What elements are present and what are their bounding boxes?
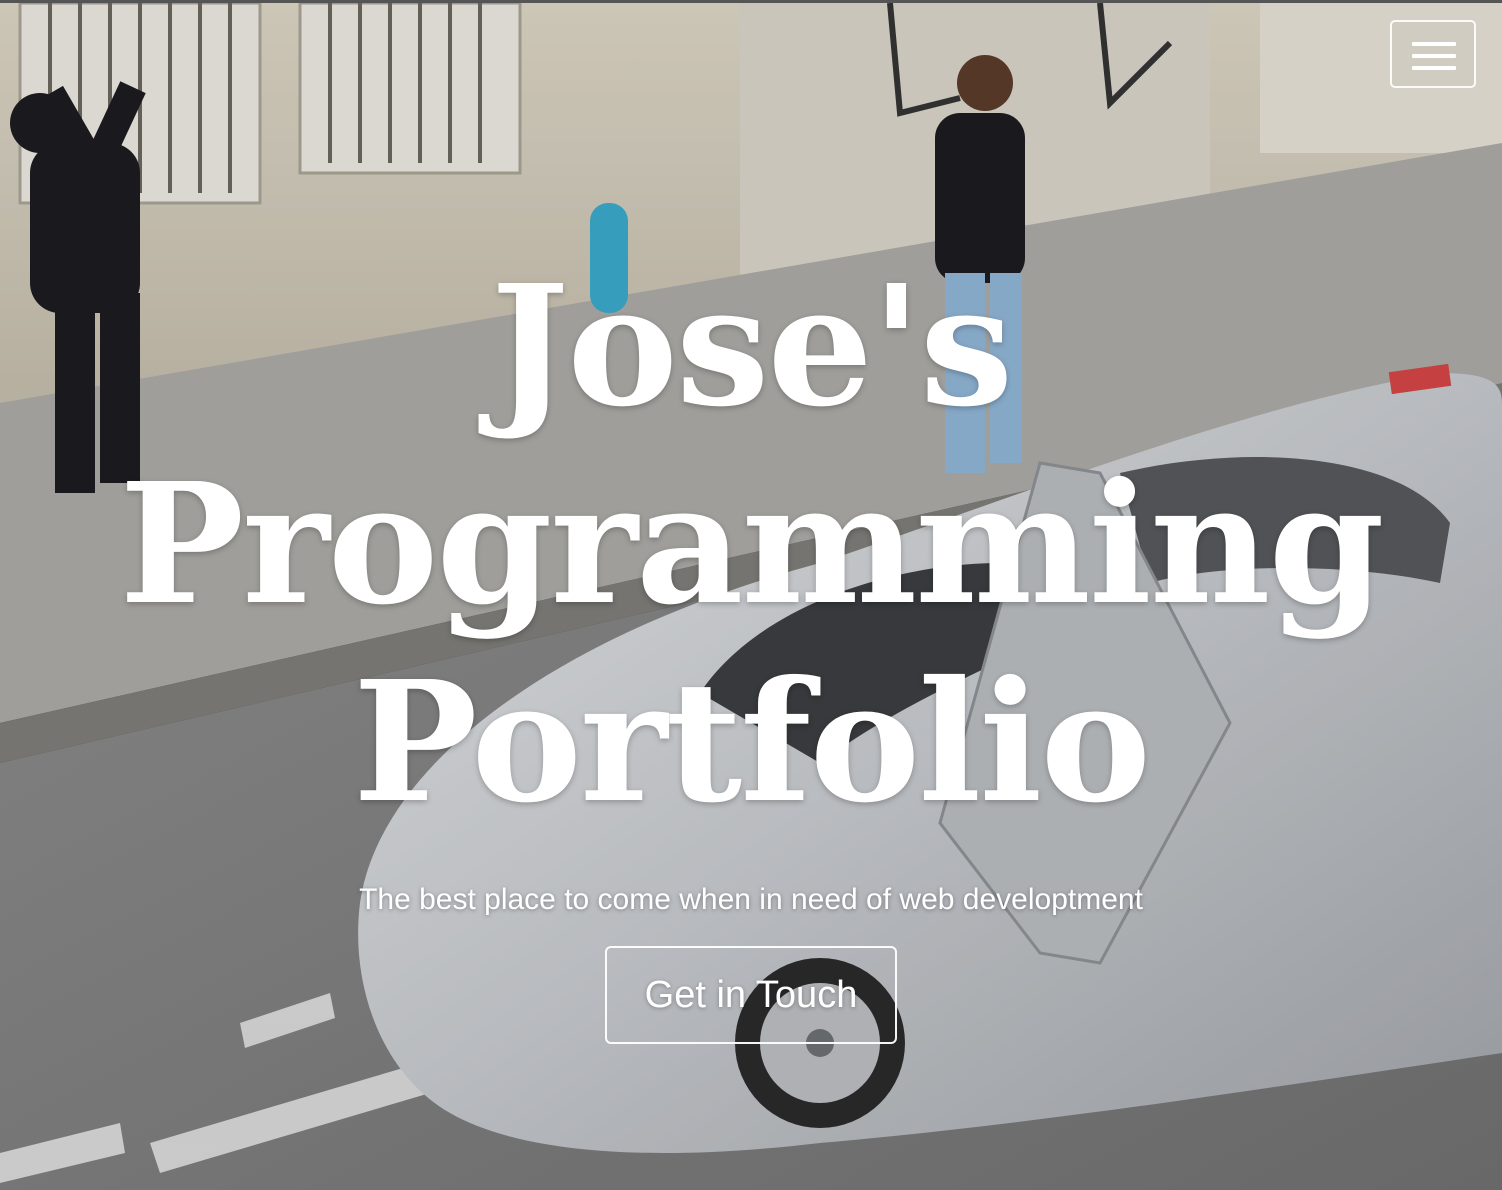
hero-title: Jose's Programming Portfolio — [101, 248, 1401, 842]
navbar-toggle-button[interactable] — [1390, 20, 1476, 88]
hero-title-line-3: Portfolio — [352, 645, 1151, 840]
hero-title-line-2: Programming — [119, 447, 1384, 642]
hero-section: Jose's Programming Portfolio The best pl… — [0, 248, 1502, 1044]
hero-subtitle: The best place to come when in need of w… — [359, 883, 1143, 916]
hamburger-icon-line-middle — [1412, 54, 1456, 58]
portfolio-page: Jose's Programming Portfolio The best pl… — [0, 0, 1502, 1190]
hamburger-icon-line-top — [1412, 42, 1456, 46]
hamburger-icon-line-bottom — [1412, 66, 1456, 70]
hero-title-line-1: Jose's — [490, 249, 1014, 444]
get-in-touch-button[interactable]: Get in Touch — [605, 946, 897, 1044]
